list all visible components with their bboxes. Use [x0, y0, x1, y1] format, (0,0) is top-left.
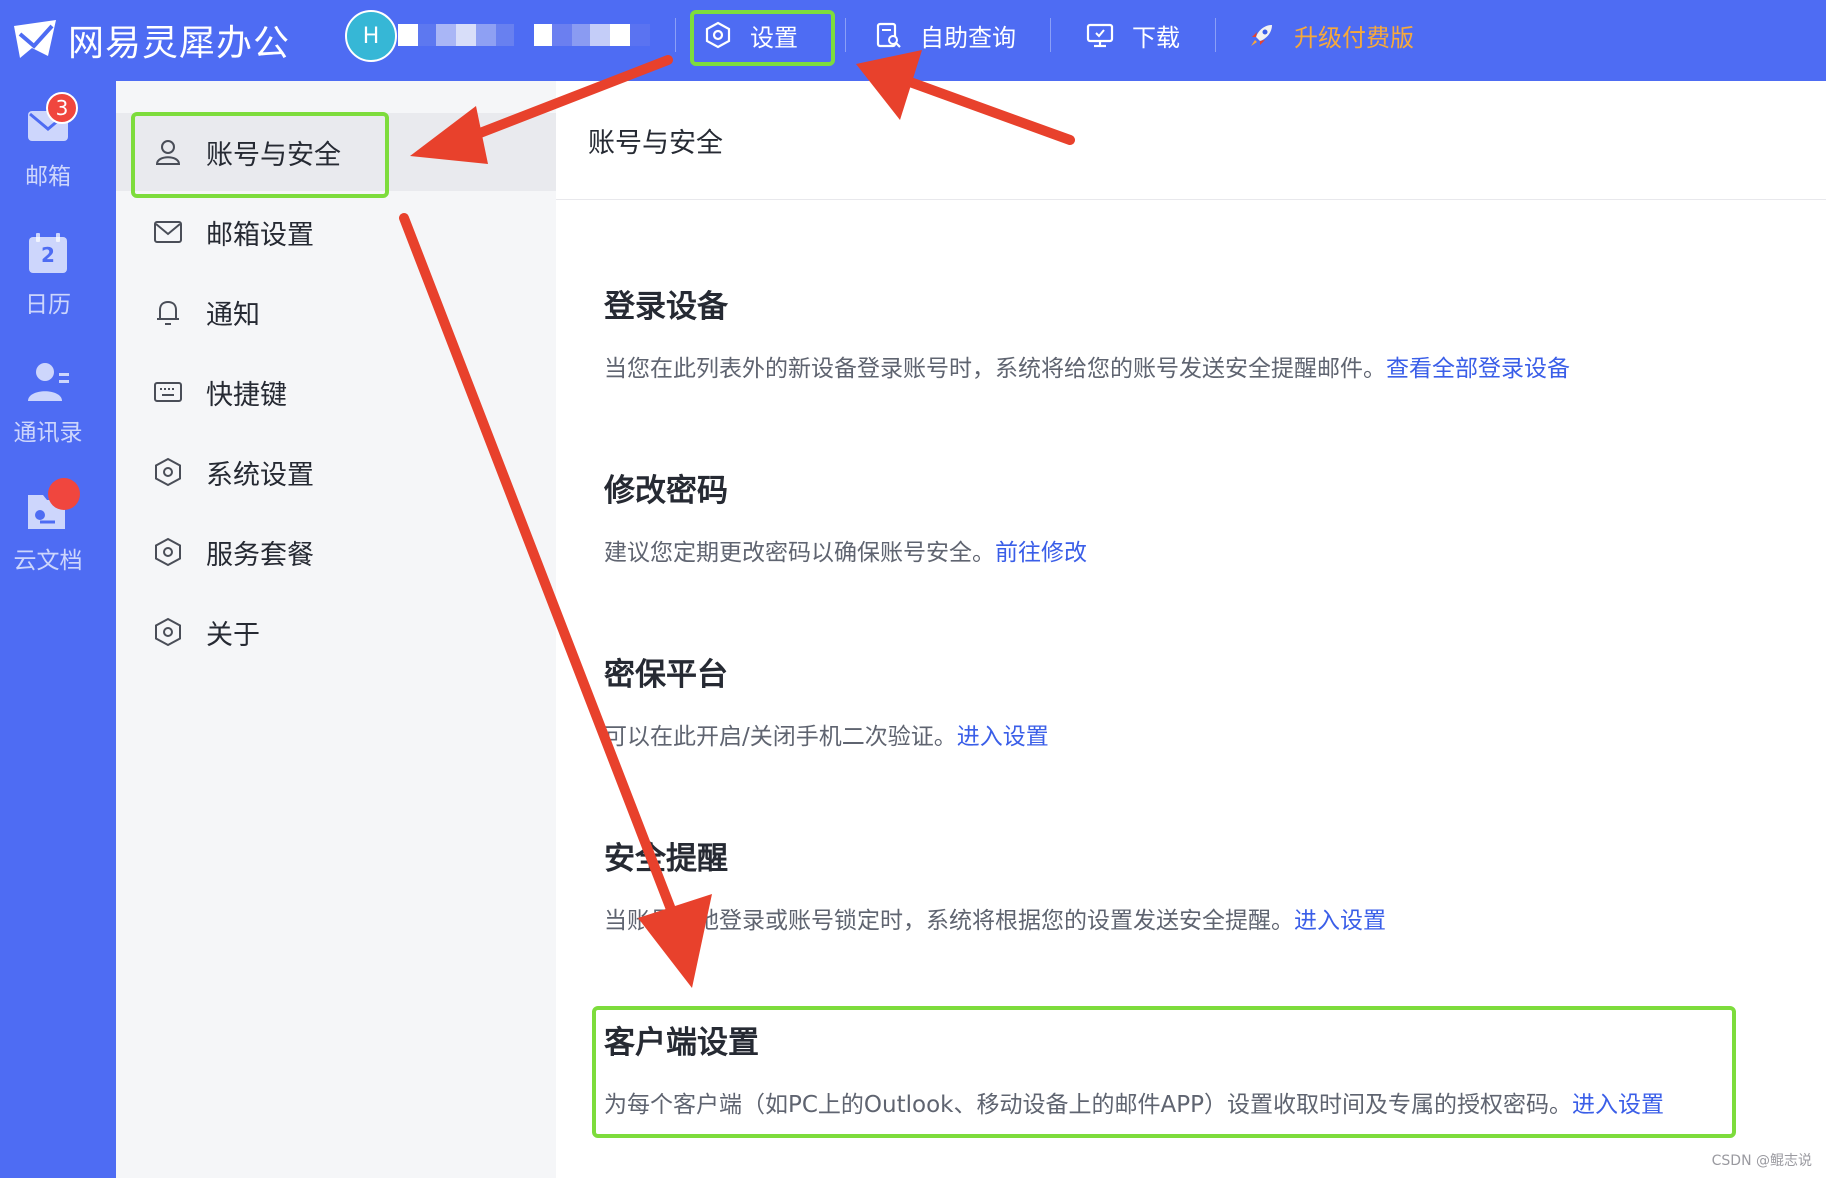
section-desc-security-platform: 可以在此开启/关闭手机二次验证。进入设置 [604, 717, 1049, 751]
calendar-icon: 2 [25, 233, 71, 275]
section-desc-text: 当账号异地登录或账号锁定时，系统将根据您的设置发送安全提醒。 [604, 908, 1294, 934]
search-document-icon [874, 21, 902, 49]
brand-name: 网易灵犀办公 [68, 23, 291, 64]
nav-self-service-label: 自助查询 [920, 23, 1016, 52]
security-platform-settings-link[interactable]: 进入设置 [957, 724, 1049, 750]
avatar-letter: H [362, 23, 380, 49]
mail-unread-count: 3 [55, 96, 69, 120]
hexagon-gear-icon [152, 536, 184, 568]
hexagon-gear-icon [152, 456, 184, 488]
contacts-icon [25, 361, 71, 403]
section-title-login-devices: 登录设备 [604, 289, 728, 325]
section-desc-change-password: 建议您定期更改密码以确保账号安全。前往修改 [604, 533, 1087, 567]
nav-separator [845, 18, 846, 52]
avatar[interactable]: H [345, 10, 397, 62]
menu-item-about[interactable]: 关于 [116, 593, 556, 671]
calendar-day: 2 [41, 243, 55, 267]
menu-item-system-settings[interactable]: 系统设置 [116, 433, 556, 511]
go-change-password-link[interactable]: 前往修改 [995, 540, 1087, 566]
rail-item-contacts[interactable]: 通讯录 [0, 361, 96, 447]
title-divider [556, 199, 1826, 200]
nav-separator [675, 18, 676, 52]
envelope-icon [152, 216, 184, 248]
security-alert-settings-link[interactable]: 进入设置 [1294, 908, 1386, 934]
nav-upgrade-label: 升级付费版 [1294, 23, 1414, 52]
menu-item-label: 系统设置 [206, 459, 314, 491]
nav-separator [1215, 18, 1216, 52]
nav-upgrade[interactable]: 升级付费版 [1248, 0, 1414, 70]
menu-item-label: 快捷键 [206, 379, 287, 411]
menu-item-mail-settings[interactable]: 邮箱设置 [116, 193, 556, 271]
settings-highlight-box [690, 10, 835, 66]
watermark: CSDN @鲲志说 [1711, 1153, 1812, 1169]
menu-item-notification[interactable]: 通知 [116, 273, 556, 351]
section-desc-text: 当您在此列表外的新设备登录账号时，系统将给您的账号发送安全提醒邮件。 [604, 356, 1386, 382]
nav-separator [1050, 18, 1051, 52]
settings-menu: 账号与安全 邮箱设置 通知 快捷键 系统设置 服务套餐 关于 [116, 81, 556, 1178]
mail-unread-badge: 3 [46, 92, 78, 124]
section-title-security-platform: 密保平台 [604, 657, 728, 693]
hexagon-gear-icon [152, 616, 184, 648]
section-desc-text: 可以在此开启/关闭手机二次验证。 [604, 724, 957, 750]
menu-item-label: 通知 [206, 299, 260, 331]
section-desc-login-devices: 当您在此列表外的新设备登录账号时，系统将给您的账号发送安全提醒邮件。查看全部登录… [604, 349, 1570, 383]
menu-item-label: 关于 [206, 619, 260, 651]
menu-item-label: 服务套餐 [206, 539, 314, 571]
account-security-highlight-box [131, 112, 389, 198]
keyboard-icon [152, 376, 184, 408]
rail-item-calendar-label: 日历 [25, 292, 71, 318]
section-desc-security-alert: 当账号异地登录或账号锁定时，系统将根据您的设置发送安全提醒。进入设置 [604, 901, 1386, 935]
cloud-doc-dot-badge [48, 478, 80, 510]
rail-item-contacts-label: 通讯录 [13, 420, 83, 446]
rail-item-mail[interactable]: 邮箱 [0, 105, 96, 191]
section-title-security-alert: 安全提醒 [604, 841, 728, 877]
rail-item-mail-label: 邮箱 [25, 164, 71, 190]
bell-icon [152, 296, 184, 328]
nav-download-label: 下载 [1132, 23, 1180, 52]
rail-item-cloud-doc[interactable]: 云文档 [0, 489, 96, 575]
menu-item-shortcuts[interactable]: 快捷键 [116, 353, 556, 431]
app-logo[interactable]: 网易灵犀办公 [12, 14, 290, 66]
section-title-change-password: 修改密码 [604, 473, 728, 509]
view-all-devices-link[interactable]: 查看全部登录设备 [1386, 356, 1570, 382]
account-name-masked[interactable] [398, 24, 650, 46]
page-title: 账号与安全 [588, 128, 723, 159]
menu-item-service-plan[interactable]: 服务套餐 [116, 513, 556, 591]
nav-download[interactable]: 下载 [1086, 0, 1180, 70]
left-rail: 邮箱 2 日历 通讯录 云文档 [0, 81, 116, 1178]
brand-logo-icon [12, 18, 58, 62]
section-desc-text: 建议您定期更改密码以确保账号安全。 [604, 540, 995, 566]
top-bar: 网易灵犀办公 H 设置 自助查询 下载 升级付费版 [0, 0, 1826, 81]
rail-item-cloud-doc-label: 云文档 [13, 548, 83, 574]
rocket-icon [1248, 21, 1276, 49]
nav-self-service[interactable]: 自助查询 [874, 0, 1016, 70]
client-settings-highlight-box [592, 1006, 1736, 1138]
rail-item-calendar[interactable]: 2 日历 [0, 233, 96, 319]
menu-item-label: 邮箱设置 [206, 219, 314, 251]
monitor-download-icon [1086, 21, 1114, 49]
